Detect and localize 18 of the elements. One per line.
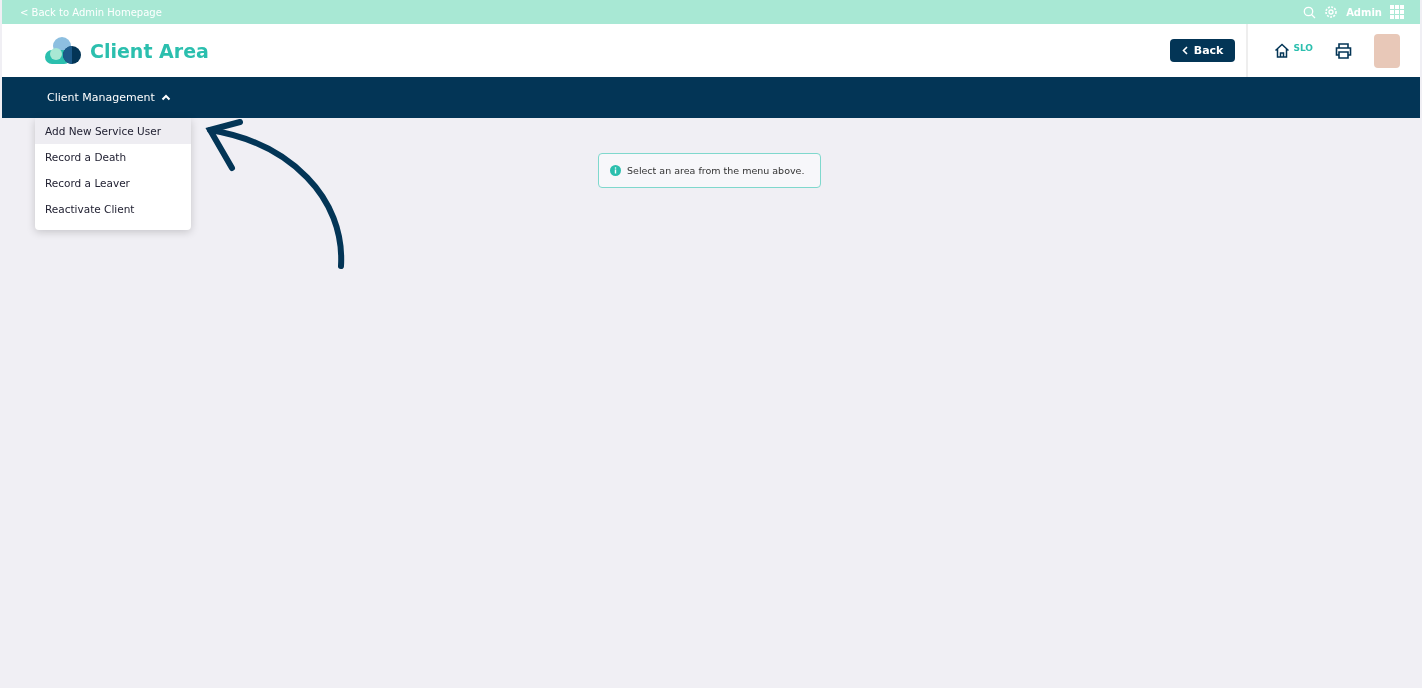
chevron-left-icon [1181, 46, 1188, 55]
settings-icon[interactable] [1324, 5, 1339, 19]
app-title: Client Area [90, 39, 209, 62]
home-icon[interactable] [1274, 43, 1291, 58]
apps-grid-icon[interactable] [1390, 5, 1404, 19]
info-icon [610, 165, 621, 176]
dropdown-item[interactable]: Add New Service User [35, 118, 191, 144]
avatar-photo-placeholder [1374, 33, 1400, 68]
nav-menu-item[interactable]: Client Management [47, 91, 171, 104]
dropdown-item[interactable]: Record a Leaver [35, 170, 191, 196]
dropdown-item[interactable]: Record a Death [35, 144, 191, 170]
cloud-logo-icon [44, 35, 82, 66]
alert-message: Select an area from the menu above. [627, 165, 805, 176]
back-button[interactable]: Back [1169, 39, 1236, 62]
search-icon[interactable] [1303, 5, 1317, 19]
chevron-icon [160, 94, 171, 101]
print-icon[interactable] [1335, 42, 1352, 59]
dropdown-item[interactable]: Reactivate Client [35, 196, 191, 222]
